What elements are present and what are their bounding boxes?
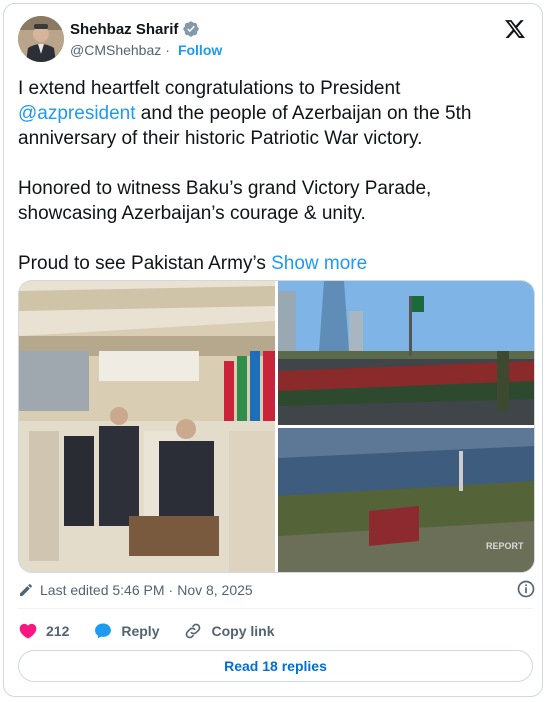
post-date[interactable]: Nov 8, 2025 xyxy=(177,582,253,598)
photo-parade-skyline[interactable] xyxy=(278,281,534,425)
divider xyxy=(18,608,533,609)
copy-link-button[interactable]: Copy link xyxy=(183,621,275,641)
media-photos: REPORT xyxy=(19,281,534,572)
tweet-paragraph-2: Honored to witness Baku’s grand Victory … xyxy=(18,178,432,224)
tweet-paragraph-1: I extend heartfelt congratulations to Pr… xyxy=(18,76,523,151)
show-more-link[interactable]: Show more xyxy=(271,253,367,274)
action-bar: 212 Reply Copy link xyxy=(18,620,299,642)
mention-link[interactable]: @azpresident xyxy=(18,103,136,124)
tweet-paragraph-3: Proud to see Pakistan Army’s Show more xyxy=(18,251,523,276)
like-button[interactable]: 212 xyxy=(18,621,69,641)
photo-tribune[interactable] xyxy=(19,281,275,572)
separator-dot: · xyxy=(168,582,174,598)
x-logo-icon[interactable] xyxy=(504,18,526,40)
reply-button[interactable]: Reply xyxy=(93,621,159,641)
tweet-text-segment: I extend heartfelt congratulations to Pr… xyxy=(18,78,401,99)
last-edited-link[interactable]: Last edited 5:46 PM xyxy=(40,582,165,598)
avatar[interactable] xyxy=(18,16,64,62)
photo-troops-formation[interactable]: REPORT xyxy=(278,428,534,572)
report-watermark: REPORT xyxy=(486,541,524,551)
like-count: 212 xyxy=(46,623,70,639)
tweet-text-segment: Proud to see Pakistan Army’s xyxy=(18,253,272,274)
link-icon xyxy=(186,623,201,639)
edit-pencil-icon xyxy=(20,583,33,596)
tweet-text: I extend heartfelt congratulations to Pr… xyxy=(18,76,523,301)
info-icon[interactable] xyxy=(516,579,536,599)
reply-label: Reply xyxy=(121,623,160,639)
tweet-header: Shehbaz Sharif @CMShehbaz · Follow xyxy=(18,16,528,64)
copy-link-label: Copy link xyxy=(211,623,275,639)
follow-button[interactable]: Follow xyxy=(178,42,222,58)
author-handle[interactable]: @CMShehbaz xyxy=(70,42,161,58)
read-replies-button[interactable]: Read 18 replies xyxy=(18,650,533,682)
media-grid: REPORT xyxy=(18,280,535,573)
separator-dot: · xyxy=(165,42,170,58)
verified-badge-icon xyxy=(183,21,200,37)
avatar-image xyxy=(18,16,64,62)
reply-bubble-icon xyxy=(95,623,112,639)
timestamp-row: Last edited 5:46 PM · Nov 8, 2025 xyxy=(18,580,253,600)
heart-icon xyxy=(19,623,37,639)
author-name[interactable]: Shehbaz Sharif xyxy=(70,21,178,38)
